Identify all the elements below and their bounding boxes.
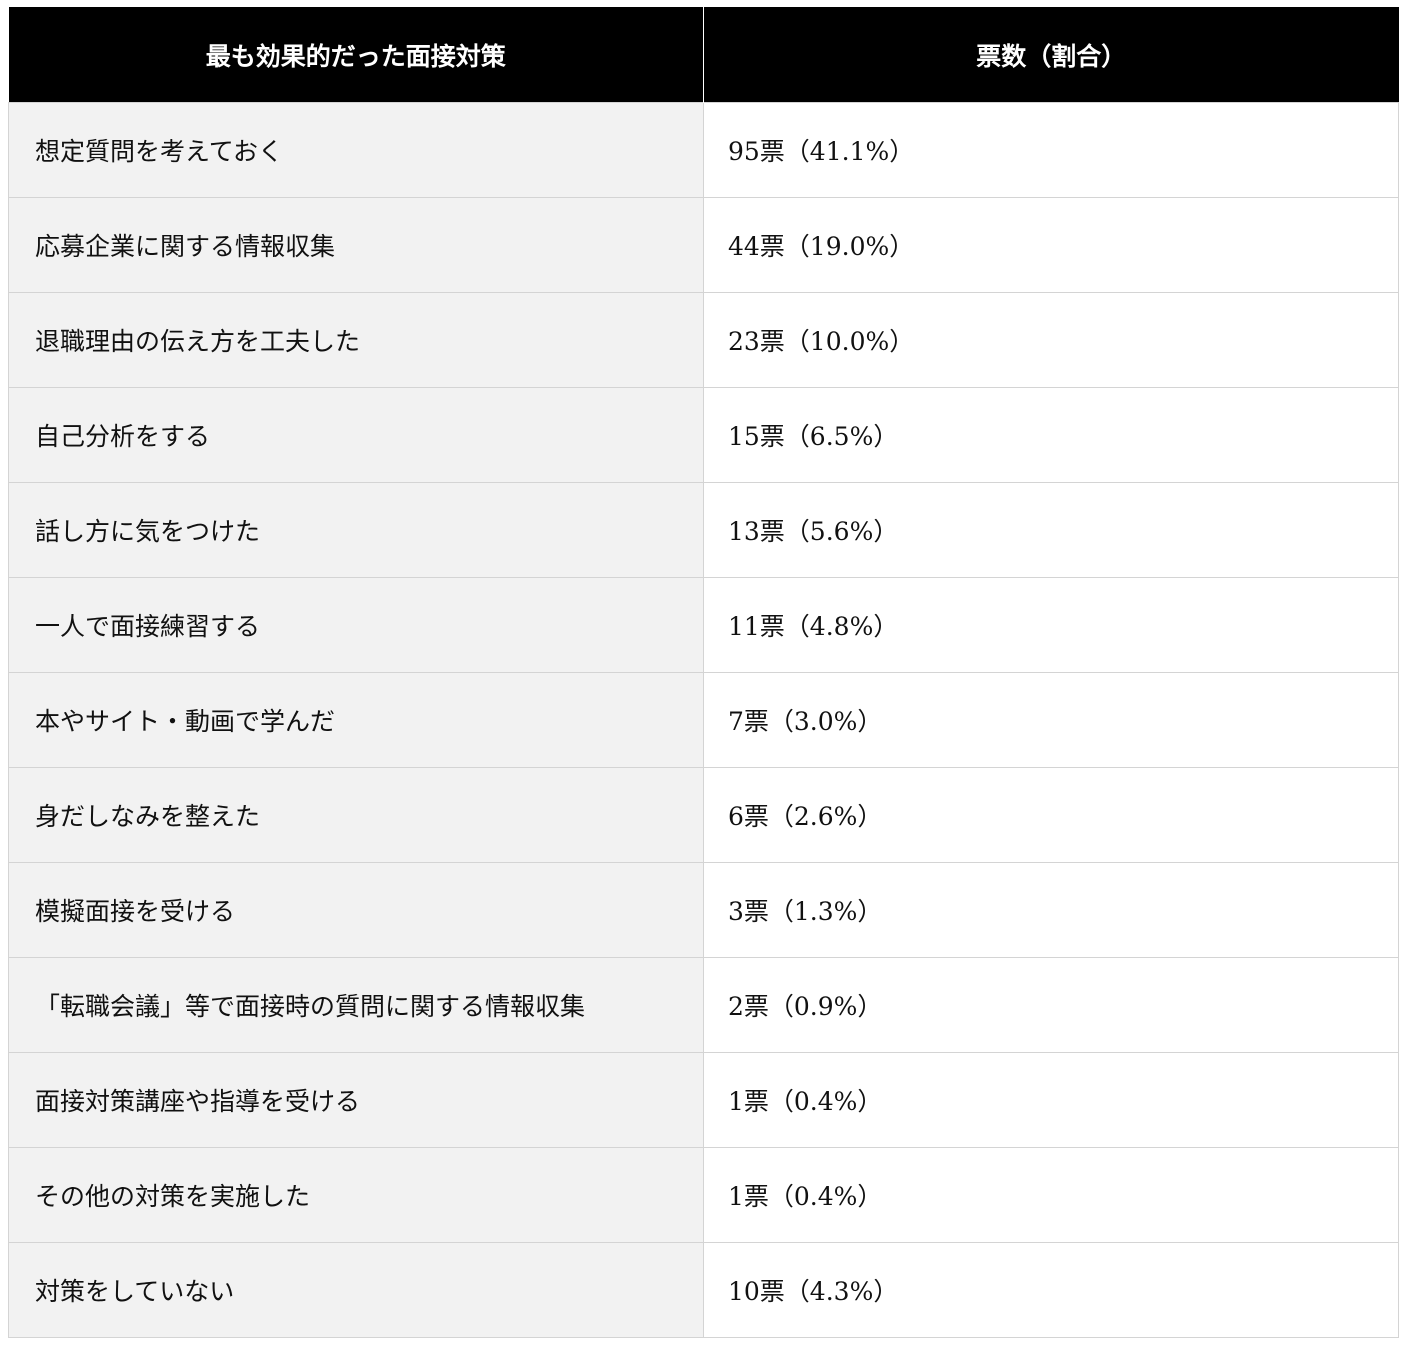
table-row: 話し方に気をつけた 13票（5.6%） (8, 482, 1399, 578)
header-measure: 最も効果的だった面接対策 (8, 7, 704, 103)
table-row: 自己分析をする 15票（6.5%） (8, 387, 1399, 483)
row-value: 95票（41.1%） (703, 102, 1399, 198)
table-row: 面接対策講座や指導を受ける 1票（0.4%） (8, 1052, 1399, 1148)
row-value: 15票（6.5%） (703, 387, 1399, 483)
row-label: 面接対策講座や指導を受ける (8, 1052, 704, 1148)
row-value: 6票（2.6%） (703, 767, 1399, 863)
table-row: 想定質問を考えておく 95票（41.1%） (8, 102, 1399, 198)
row-label: 本やサイト・動画で学んだ (8, 672, 704, 768)
table-row: 身だしなみを整えた 6票（2.6%） (8, 767, 1399, 863)
results-table-container: 最も効果的だった面接対策 票数（割合） 想定質問を考えておく 95票（41.1%… (8, 7, 1399, 1338)
row-value: 1票（0.4%） (703, 1052, 1399, 1148)
table-row: 一人で面接練習する 11票（4.8%） (8, 577, 1399, 673)
row-label: 身だしなみを整えた (8, 767, 704, 863)
row-label: 話し方に気をつけた (8, 482, 704, 578)
table-row: 応募企業に関する情報収集 44票（19.0%） (8, 197, 1399, 293)
row-value: 23票（10.0%） (703, 292, 1399, 388)
row-label: 対策をしていない (8, 1242, 704, 1338)
table-row: 模擬面接を受ける 3票（1.3%） (8, 862, 1399, 958)
row-label: 想定質問を考えておく (8, 102, 704, 198)
row-label: 模擬面接を受ける (8, 862, 704, 958)
row-value: 3票（1.3%） (703, 862, 1399, 958)
row-label: 退職理由の伝え方を工夫した (8, 292, 704, 388)
row-value: 2票（0.9%） (703, 957, 1399, 1053)
row-label: 応募企業に関する情報収集 (8, 197, 704, 293)
row-value: 11票（4.8%） (703, 577, 1399, 673)
table-row: 退職理由の伝え方を工夫した 23票（10.0%） (8, 292, 1399, 388)
table-header-row: 最も効果的だった面接対策 票数（割合） (8, 7, 1399, 103)
row-value: 44票（19.0%） (703, 197, 1399, 293)
table-row: 本やサイト・動画で学んだ 7票（3.0%） (8, 672, 1399, 768)
table-row: 「転職会議」等で面接時の質問に関する情報収集 2票（0.9%） (8, 957, 1399, 1053)
row-value: 7票（3.0%） (703, 672, 1399, 768)
row-label: 自己分析をする (8, 387, 704, 483)
row-value: 10票（4.3%） (703, 1242, 1399, 1338)
row-label: その他の対策を実施した (8, 1147, 704, 1243)
table-body: 想定質問を考えておく 95票（41.1%） 応募企業に関する情報収集 44票（1… (8, 102, 1399, 1338)
row-value: 13票（5.6%） (703, 482, 1399, 578)
row-label: 一人で面接練習する (8, 577, 704, 673)
table-row: 対策をしていない 10票（4.3%） (8, 1242, 1399, 1338)
header-votes: 票数（割合） (703, 7, 1399, 103)
row-value: 1票（0.4%） (703, 1147, 1399, 1243)
results-table: 最も効果的だった面接対策 票数（割合） 想定質問を考えておく 95票（41.1%… (8, 7, 1399, 1338)
row-label: 「転職会議」等で面接時の質問に関する情報収集 (8, 957, 704, 1053)
table-row: その他の対策を実施した 1票（0.4%） (8, 1147, 1399, 1243)
